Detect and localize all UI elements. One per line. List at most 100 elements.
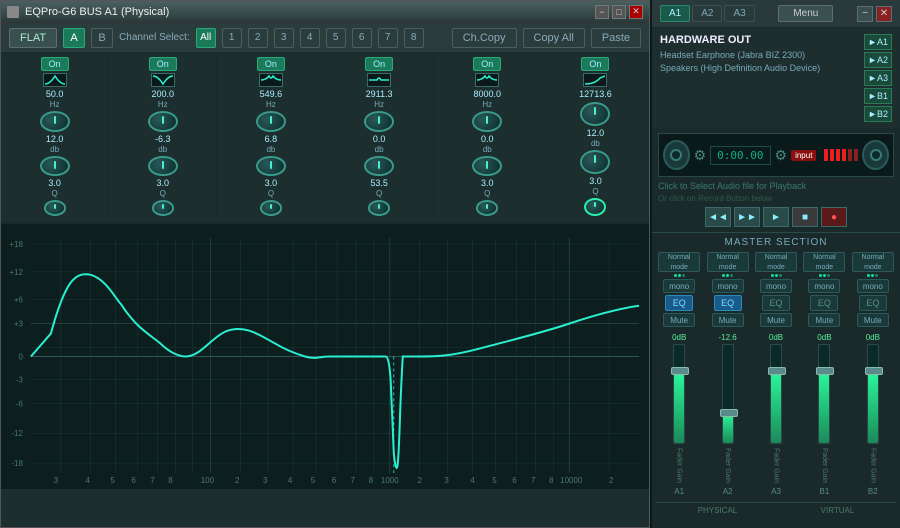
fader-handle-a3[interactable] bbox=[768, 367, 786, 375]
mute-btn-a3[interactable]: Mute bbox=[760, 313, 792, 327]
mode-btn-a3[interactable]: Normalmode bbox=[755, 252, 797, 272]
ch3-button[interactable]: 3 bbox=[274, 28, 294, 48]
band5-filter-shape[interactable] bbox=[475, 73, 499, 87]
eq-btn-a2[interactable]: EQ bbox=[714, 295, 742, 311]
mute-btn-b1[interactable]: Mute bbox=[808, 313, 840, 327]
eq-btn-a3[interactable]: EQ bbox=[762, 295, 790, 311]
svg-text:2: 2 bbox=[609, 476, 614, 485]
fader-track-a3[interactable] bbox=[770, 344, 782, 444]
mode-btn-b1[interactable]: Normalmode bbox=[803, 252, 845, 272]
fader-handle-b2[interactable] bbox=[865, 367, 883, 375]
fader-handle-a1[interactable] bbox=[671, 367, 689, 375]
mute-btn-a2[interactable]: Mute bbox=[712, 313, 744, 327]
fastfwd-btn[interactable]: ►► bbox=[734, 207, 760, 227]
mute-btn-b2[interactable]: Mute bbox=[857, 313, 889, 327]
close-btn[interactable]: ✕ bbox=[629, 5, 643, 19]
band2-filter-shape[interactable] bbox=[151, 73, 175, 87]
band1-q-knob[interactable] bbox=[44, 200, 66, 216]
eq-btn-a1[interactable]: EQ bbox=[665, 295, 693, 311]
band4-q-knob[interactable] bbox=[368, 200, 390, 216]
fader-handle-b1[interactable] bbox=[816, 367, 834, 375]
fader-track-b1[interactable] bbox=[818, 344, 830, 444]
record-btn[interactable]: ● bbox=[821, 207, 847, 227]
mono-btn-a1[interactable]: mono bbox=[663, 279, 695, 293]
band1-gain-knob[interactable] bbox=[40, 156, 70, 177]
band5-on-btn[interactable]: On bbox=[473, 57, 501, 71]
route-b2-btn[interactable]: ►B2 bbox=[864, 106, 892, 122]
band6-freq-knob[interactable] bbox=[580, 102, 610, 126]
band1-freq-knob[interactable] bbox=[40, 111, 70, 132]
ch-all-button[interactable]: All bbox=[196, 28, 216, 48]
route-a3-btn[interactable]: ►A3 bbox=[864, 70, 892, 86]
band2-q-unit: Q bbox=[160, 189, 166, 198]
stop-btn[interactable]: ■ bbox=[792, 207, 818, 227]
band2-freq-knob[interactable] bbox=[148, 111, 178, 132]
ch2-button[interactable]: 2 bbox=[248, 28, 268, 48]
band1-on-btn[interactable]: On bbox=[41, 57, 69, 71]
band3-on-btn[interactable]: On bbox=[257, 57, 285, 71]
band4-on-btn[interactable]: On bbox=[365, 57, 393, 71]
a-button[interactable]: A bbox=[63, 28, 85, 48]
eq-btn-b1[interactable]: EQ bbox=[810, 295, 838, 311]
minimize-btn[interactable]: − bbox=[595, 5, 609, 19]
band6-q-knob[interactable] bbox=[584, 198, 606, 216]
maximize-btn[interactable]: □ bbox=[612, 5, 626, 19]
mono-btn-a2[interactable]: mono bbox=[712, 279, 744, 293]
play-btn[interactable]: ► bbox=[763, 207, 789, 227]
route-b1-btn[interactable]: ►B1 bbox=[864, 88, 892, 104]
fader-track-a1[interactable] bbox=[673, 344, 685, 444]
band3-gain-knob[interactable] bbox=[256, 156, 286, 177]
band1-filter-shape[interactable] bbox=[43, 73, 67, 87]
ch5-button[interactable]: 5 bbox=[326, 28, 346, 48]
paste-button[interactable]: Paste bbox=[591, 28, 641, 48]
mode-btn-a2[interactable]: Normalmode bbox=[707, 252, 749, 272]
output-section: HARDWARE OUT Headset Earphone (Jabra BIZ… bbox=[652, 28, 900, 129]
band1-freq-unit: Hz bbox=[50, 100, 60, 109]
rewind-btn[interactable]: ◄◄ bbox=[705, 207, 731, 227]
tab-a3[interactable]: A3 bbox=[724, 5, 754, 22]
band2-q-knob[interactable] bbox=[152, 200, 174, 216]
mute-btn-a1[interactable]: Mute bbox=[663, 313, 695, 327]
band4-gain-knob[interactable] bbox=[364, 156, 394, 177]
ch-copy-button[interactable]: Ch.Copy bbox=[452, 28, 517, 48]
band6-on-btn[interactable]: On bbox=[581, 57, 609, 71]
mode-btn-b2[interactable]: Normalmode bbox=[852, 252, 894, 272]
ch7-button[interactable]: 7 bbox=[378, 28, 398, 48]
fader-track-a2[interactable] bbox=[722, 344, 734, 444]
ch4-button[interactable]: 4 bbox=[300, 28, 320, 48]
band5-q-knob[interactable] bbox=[476, 200, 498, 216]
band3-filter-shape[interactable] bbox=[259, 73, 283, 87]
ch1-button[interactable]: 1 bbox=[222, 28, 242, 48]
copy-all-button[interactable]: Copy All bbox=[523, 28, 585, 48]
mono-btn-a3[interactable]: mono bbox=[760, 279, 792, 293]
mono-btn-b2[interactable]: mono bbox=[857, 279, 889, 293]
eq-btn-b2[interactable]: EQ bbox=[859, 295, 887, 311]
flat-button[interactable]: FLAT bbox=[9, 28, 57, 48]
panel-minimize-btn[interactable]: − bbox=[857, 6, 873, 22]
band6-filter-shape[interactable] bbox=[583, 73, 607, 87]
b-button[interactable]: B bbox=[91, 28, 113, 48]
tab-a2[interactable]: A2 bbox=[692, 5, 722, 22]
tab-a1[interactable]: A1 bbox=[660, 5, 690, 22]
menu-button[interactable]: Menu bbox=[778, 5, 833, 22]
fader-track-b2[interactable] bbox=[867, 344, 879, 444]
band4-freq-knob[interactable] bbox=[364, 111, 394, 132]
mode-btn-a1[interactable]: Normalmode bbox=[658, 252, 700, 272]
band5-gain-knob[interactable] bbox=[472, 156, 502, 177]
mode-dots-a2 bbox=[722, 274, 733, 277]
band2-gain-knob[interactable] bbox=[148, 156, 178, 177]
band6-gain-knob[interactable] bbox=[580, 150, 610, 174]
panel-close-btn[interactable]: ✕ bbox=[876, 6, 892, 22]
band5-freq-knob[interactable] bbox=[472, 111, 502, 132]
band3-freq-unit: Hz bbox=[266, 100, 276, 109]
band2-on-btn[interactable]: On bbox=[149, 57, 177, 71]
route-a2-btn[interactable]: ►A2 bbox=[864, 52, 892, 68]
ch6-button[interactable]: 6 bbox=[352, 28, 372, 48]
route-a1-btn[interactable]: ►A1 bbox=[864, 34, 892, 50]
band3-freq-knob[interactable] bbox=[256, 111, 286, 132]
ch8-button[interactable]: 8 bbox=[404, 28, 424, 48]
fader-handle-a2[interactable] bbox=[720, 409, 738, 417]
band3-q-knob[interactable] bbox=[260, 200, 282, 216]
band4-filter-shape[interactable] bbox=[367, 73, 391, 87]
mono-btn-b1[interactable]: mono bbox=[808, 279, 840, 293]
